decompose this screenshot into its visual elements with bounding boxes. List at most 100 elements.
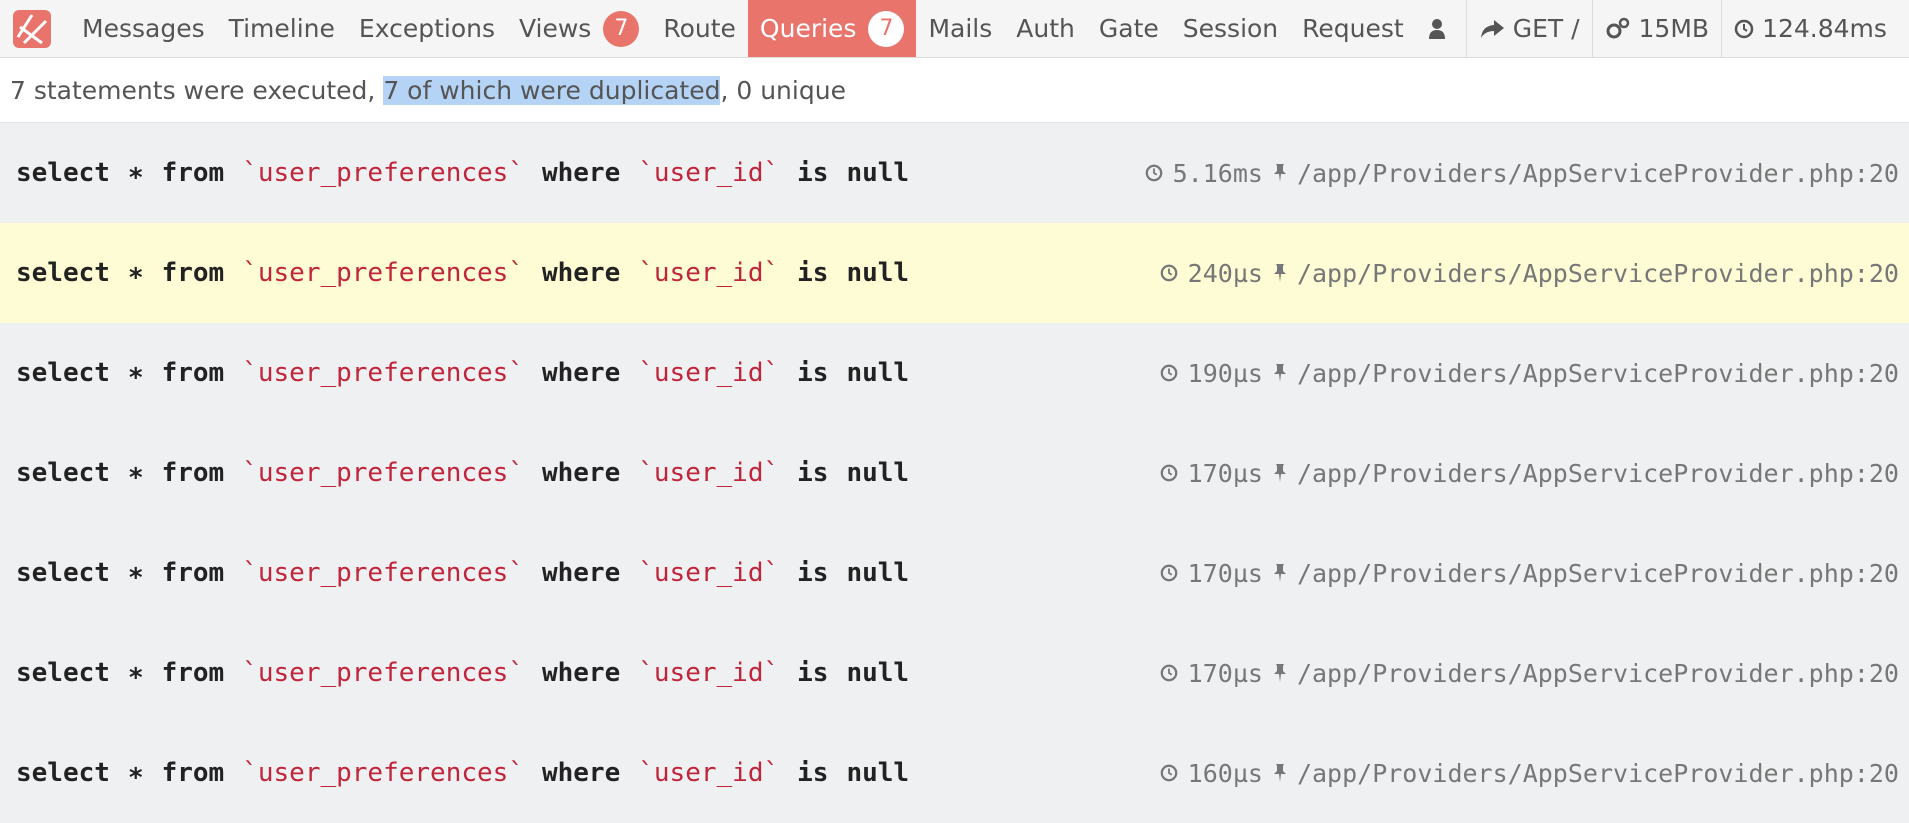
sql-keyword: is bbox=[797, 458, 829, 488]
tab-request[interactable]: Request bbox=[1290, 0, 1416, 57]
memory-label: 15MB bbox=[1638, 14, 1710, 43]
sql-keyword: null bbox=[846, 758, 910, 788]
tab-session[interactable]: Session bbox=[1171, 0, 1290, 57]
request-label: GET / bbox=[1512, 14, 1580, 43]
sql-keyword: null bbox=[846, 658, 910, 688]
sql-keyword: is bbox=[797, 358, 829, 388]
query-row[interactable]: select ∗ from `user_preferences` where `user_… bbox=[0, 623, 1909, 723]
query-time: 170µs bbox=[1187, 658, 1263, 688]
sql-keyword: where bbox=[541, 358, 621, 388]
sql-keyword: null bbox=[846, 258, 910, 288]
sql-keyword: ∗ bbox=[127, 358, 144, 388]
query-sql: select ∗ from `user_preferences` where `user_… bbox=[16, 158, 909, 188]
query-row[interactable]: select ∗ from `user_preferences` where `user_… bbox=[0, 423, 1909, 523]
tab-mails[interactable]: Mails bbox=[916, 0, 1004, 57]
query-source[interactable]: /app/Providers/AppServiceProvider.php:20 bbox=[1297, 759, 1899, 788]
query-row[interactable]: select ∗ from `user_preferences` where `user_… bbox=[0, 123, 1909, 223]
sql-keyword: null bbox=[846, 158, 910, 188]
query-sql: select ∗ from `user_preferences` where `user_… bbox=[16, 558, 909, 588]
sql-identifier: `user_id` bbox=[638, 158, 780, 188]
sql-identifier: `user_preferences` bbox=[242, 258, 524, 288]
tab-label: Route bbox=[663, 14, 736, 43]
tab-gate[interactable]: Gate bbox=[1087, 0, 1171, 57]
query-list: select ∗ from `user_preferences` where `user_… bbox=[0, 123, 1909, 823]
sql-keyword: select bbox=[16, 258, 110, 288]
query-meta: 170µs/app/Providers/AppServiceProvider.p… bbox=[1160, 459, 1899, 488]
query-source[interactable]: /app/Providers/AppServiceProvider.php:20 bbox=[1297, 259, 1899, 288]
queries-summary: 7 statements were executed, 7 of which w… bbox=[0, 58, 1909, 123]
query-row[interactable]: select ∗ from `user_preferences` where `user_… bbox=[0, 223, 1909, 323]
sql-keyword: where bbox=[541, 758, 621, 788]
tab-label: Request bbox=[1302, 14, 1404, 43]
count-badge: 7 bbox=[868, 10, 905, 47]
tab-label: Mails bbox=[928, 14, 993, 43]
sql-keyword: from bbox=[161, 258, 225, 288]
summary-suffix: , 0 unique bbox=[720, 75, 846, 105]
sql-keyword: select bbox=[16, 158, 110, 188]
query-time: 170µs bbox=[1187, 558, 1263, 588]
pin-icon bbox=[1273, 663, 1287, 683]
query-sql: select ∗ from `user_preferences` where `user_… bbox=[16, 458, 909, 488]
sql-identifier: `user_preferences` bbox=[242, 458, 524, 488]
query-row[interactable]: select ∗ from `user_preferences` where `user_… bbox=[0, 723, 1909, 823]
query-source[interactable]: /app/Providers/AppServiceProvider.php:20 bbox=[1297, 659, 1899, 688]
query-meta: 190µs/app/Providers/AppServiceProvider.p… bbox=[1160, 359, 1899, 388]
tab-label: Exceptions bbox=[358, 14, 495, 43]
sql-identifier: `user_id` bbox=[638, 458, 780, 488]
sql-keyword: from bbox=[161, 458, 225, 488]
request-duration[interactable]: 124.84ms bbox=[1721, 0, 1899, 57]
query-row[interactable]: select ∗ from `user_preferences` where `user_… bbox=[0, 323, 1909, 423]
sql-keyword: is bbox=[797, 558, 829, 588]
query-meta: 240µs/app/Providers/AppServiceProvider.p… bbox=[1160, 259, 1899, 288]
query-meta: 170µs/app/Providers/AppServiceProvider.p… bbox=[1160, 659, 1899, 688]
query-meta: 170µs/app/Providers/AppServiceProvider.p… bbox=[1160, 559, 1899, 588]
query-time: 240µs bbox=[1187, 258, 1263, 288]
query-source[interactable]: /app/Providers/AppServiceProvider.php:20 bbox=[1297, 559, 1899, 588]
tab-exceptions[interactable]: Exceptions bbox=[347, 0, 507, 57]
user-tab[interactable] bbox=[1416, 0, 1466, 57]
sql-keyword: select bbox=[16, 658, 110, 688]
sql-keyword: select bbox=[16, 358, 110, 388]
query-source[interactable]: /app/Providers/AppServiceProvider.php:20 bbox=[1297, 359, 1899, 388]
sql-keyword: where bbox=[541, 258, 621, 288]
tab-timeline[interactable]: Timeline bbox=[217, 0, 347, 57]
query-row[interactable]: select ∗ from `user_preferences` where `user_… bbox=[0, 523, 1909, 623]
sql-identifier: `user_preferences` bbox=[242, 658, 524, 688]
laravel-logo-icon[interactable] bbox=[0, 0, 70, 57]
sql-keyword: where bbox=[541, 158, 621, 188]
sql-keyword: from bbox=[161, 558, 225, 588]
summary-prefix: 7 statements were executed, bbox=[10, 75, 384, 105]
sql-keyword: from bbox=[161, 658, 225, 688]
tab-auth[interactable]: Auth bbox=[1004, 0, 1087, 57]
query-time: 5.16ms bbox=[1172, 158, 1263, 188]
sql-keyword: ∗ bbox=[127, 658, 144, 688]
memory-usage[interactable]: 15MB bbox=[1591, 0, 1722, 57]
request-method[interactable]: GET / bbox=[1465, 0, 1592, 57]
query-time: 190µs bbox=[1187, 358, 1263, 388]
user-icon bbox=[1428, 18, 1446, 40]
sql-keyword: is bbox=[797, 258, 829, 288]
tab-label: Views bbox=[518, 14, 592, 43]
query-meta: 5.16ms/app/Providers/AppServiceProvider.… bbox=[1145, 159, 1899, 188]
sql-keyword: null bbox=[846, 458, 910, 488]
tab-queries[interactable]: Queries 7 bbox=[747, 0, 917, 57]
summary-selected-text: 7 of which were duplicated bbox=[383, 75, 721, 105]
pin-icon bbox=[1273, 463, 1287, 483]
query-source[interactable]: /app/Providers/AppServiceProvider.php:20 bbox=[1297, 459, 1899, 488]
sql-keyword: where bbox=[541, 458, 621, 488]
sql-keyword: from bbox=[161, 158, 225, 188]
sql-identifier: `user_id` bbox=[638, 258, 780, 288]
tab-label: Auth bbox=[1016, 14, 1075, 43]
clock-icon bbox=[1160, 664, 1178, 682]
query-source[interactable]: /app/Providers/AppServiceProvider.php:20 bbox=[1297, 159, 1899, 188]
clock-icon bbox=[1160, 764, 1178, 782]
pin-icon bbox=[1273, 763, 1287, 783]
tab-views[interactable]: Views 7 bbox=[507, 0, 651, 57]
query-meta: 160µs/app/Providers/AppServiceProvider.p… bbox=[1160, 759, 1899, 788]
tab-route[interactable]: Route bbox=[651, 0, 748, 57]
sql-keyword: from bbox=[161, 758, 225, 788]
debugbar-header: Messages Timeline Exceptions Views 7 Route Que… bbox=[0, 0, 1909, 58]
tab-messages[interactable]: Messages bbox=[70, 0, 217, 57]
sql-identifier: `user_id` bbox=[638, 358, 780, 388]
sql-identifier: `user_preferences` bbox=[242, 558, 524, 588]
